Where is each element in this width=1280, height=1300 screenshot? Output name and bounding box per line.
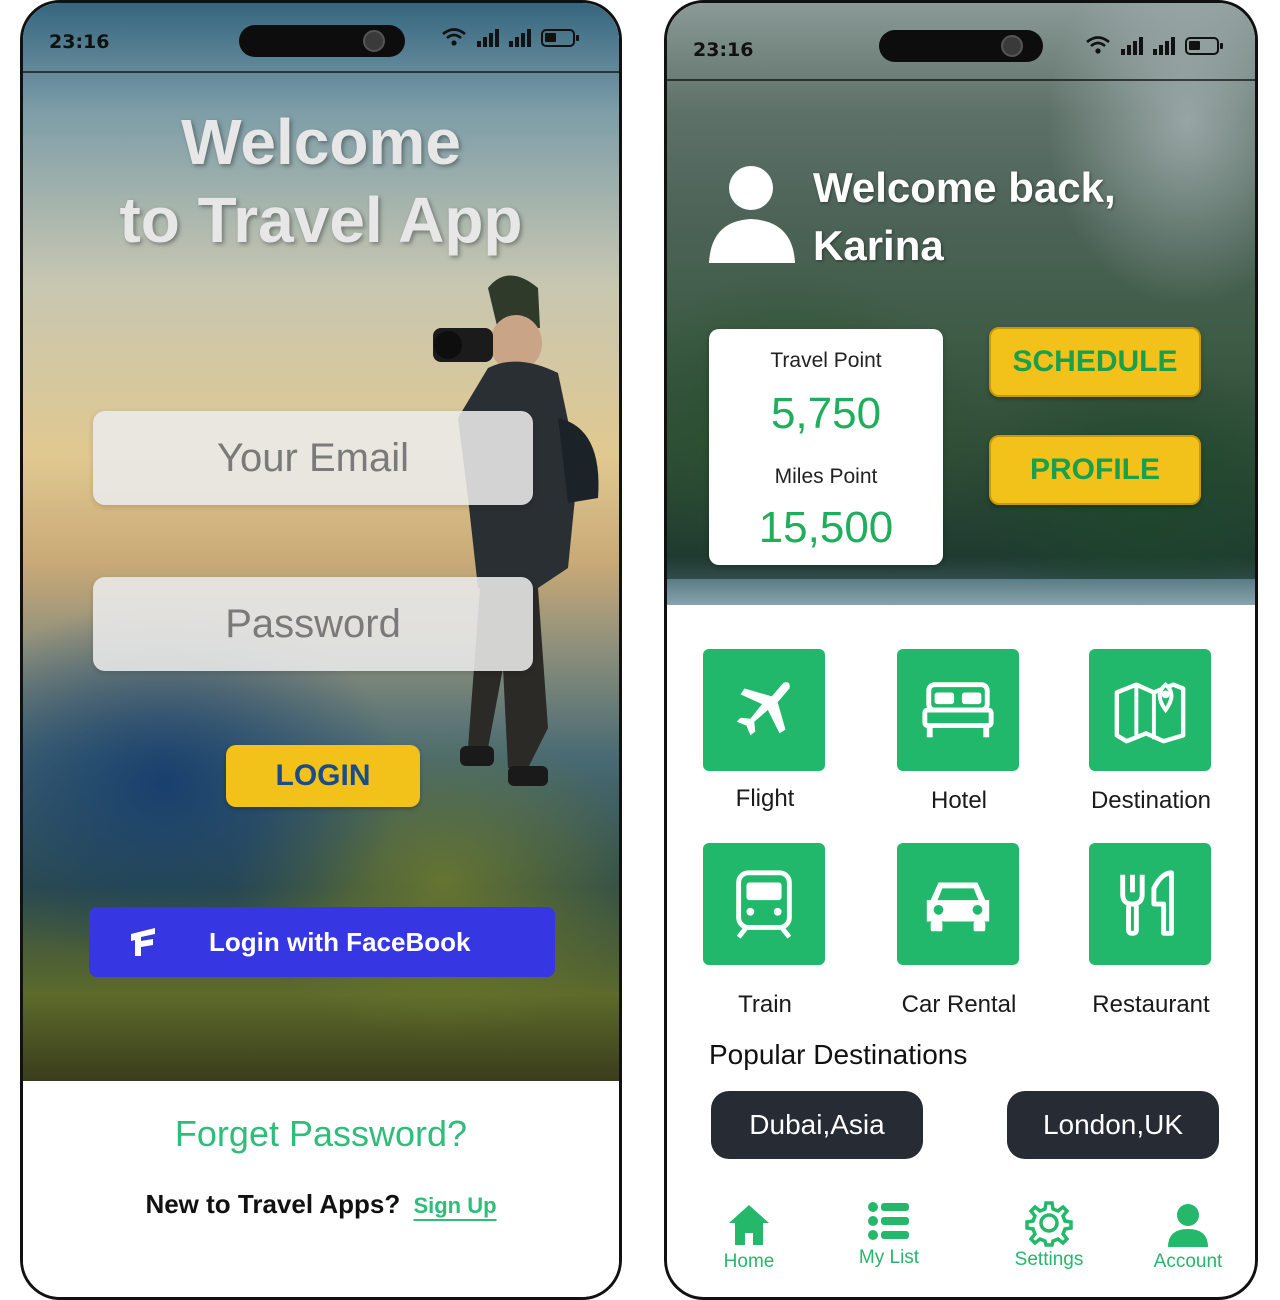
dynamic-island bbox=[239, 25, 405, 57]
user-avatar-icon bbox=[709, 166, 795, 263]
wifi-icon bbox=[442, 28, 466, 46]
nav-label: My List bbox=[858, 1247, 920, 1268]
login-screen: 23:16 Welcome to Travel App Your Email P… bbox=[20, 0, 622, 1300]
signal-icon-2 bbox=[509, 29, 531, 47]
signup-link[interactable]: Sign Up bbox=[413, 1193, 496, 1218]
service-label: Train bbox=[738, 991, 792, 1018]
welcome-title: Welcome to Travel App bbox=[23, 103, 619, 259]
facebook-login-button[interactable]: Login with FaceBook bbox=[89, 907, 555, 977]
miles-point-value: 15,500 bbox=[758, 503, 894, 552]
facebook-icon bbox=[131, 928, 155, 956]
service-label: Restaurant bbox=[1092, 991, 1210, 1018]
title-line-1: Welcome bbox=[181, 106, 461, 178]
nav-label: Settings bbox=[1014, 1249, 1084, 1270]
service-destination[interactable]: Destination bbox=[1089, 649, 1213, 814]
destination-pill-dubai[interactable]: Dubai,Asia bbox=[711, 1091, 923, 1159]
points-card: Travel Point 5,750 Miles Point 15,500 bbox=[709, 329, 943, 565]
gear-icon bbox=[1025, 1201, 1073, 1247]
password-placeholder: Password bbox=[225, 601, 401, 646]
travel-point-value: 5,750 bbox=[770, 389, 882, 438]
nav-label: Home bbox=[723, 1251, 775, 1272]
signal-icon bbox=[1121, 37, 1143, 55]
login-button[interactable]: LOGIN bbox=[226, 745, 420, 807]
forget-password-link[interactable]: Forget Password? bbox=[23, 1113, 619, 1155]
profile-button[interactable]: PROFILE bbox=[989, 435, 1201, 505]
destination-pill-london[interactable]: London,UK bbox=[1007, 1091, 1219, 1159]
status-bar: 23:16 bbox=[667, 3, 1255, 81]
popular-destinations-title: Popular Destinations bbox=[709, 1039, 968, 1070]
map-icon bbox=[1114, 682, 1186, 744]
nav-settings[interactable]: Settings bbox=[994, 1199, 1104, 1271]
wifi-icon bbox=[1086, 36, 1110, 54]
nav-my-list[interactable]: My List bbox=[834, 1197, 944, 1269]
fork-knife-icon bbox=[1120, 870, 1174, 936]
nav-account[interactable]: Account bbox=[1133, 1201, 1243, 1273]
status-time: 23:16 bbox=[693, 39, 754, 61]
service-label: Hotel bbox=[930, 787, 988, 814]
miles-point-label: Miles Point bbox=[774, 465, 878, 488]
welcome-line-1: Welcome back, bbox=[813, 164, 1116, 211]
battery-icon bbox=[541, 29, 579, 47]
car-icon bbox=[926, 882, 990, 932]
login-footer: Forget Password? New to Travel Apps? Sig… bbox=[23, 1081, 619, 1297]
home-screen: 23:16 Welcome back, Karina Travel Point … bbox=[664, 0, 1258, 1300]
user-name: Karina bbox=[813, 222, 944, 269]
facebook-login-label: Login with FaceBook bbox=[209, 926, 471, 957]
nav-label: Account bbox=[1153, 1251, 1223, 1272]
status-bar: 23:16 bbox=[23, 3, 619, 73]
service-flight[interactable]: Flight bbox=[703, 649, 827, 812]
service-hotel[interactable]: Hotel bbox=[897, 649, 1021, 814]
nav-home[interactable]: Home bbox=[694, 1201, 804, 1273]
list-icon bbox=[868, 1202, 909, 1240]
airplane-icon bbox=[736, 682, 790, 736]
service-label: Car Rental bbox=[901, 991, 1017, 1018]
status-time: 23:16 bbox=[49, 31, 110, 53]
password-field[interactable]: Password bbox=[93, 577, 533, 671]
dynamic-island bbox=[879, 30, 1043, 62]
home-icon bbox=[729, 1205, 769, 1245]
bed-icon bbox=[922, 682, 994, 738]
travel-point-label: Travel Point bbox=[770, 349, 882, 372]
signal-icon-2 bbox=[1153, 37, 1175, 55]
service-car-rental[interactable]: Car Rental bbox=[897, 843, 1021, 1018]
email-placeholder: Your Email bbox=[217, 435, 409, 480]
signal-icon bbox=[477, 29, 499, 47]
service-train[interactable]: Train bbox=[703, 843, 827, 1018]
schedule-button[interactable]: SCHEDULE bbox=[989, 327, 1201, 397]
service-label: Destination bbox=[1090, 787, 1212, 814]
battery-icon bbox=[1185, 37, 1223, 55]
service-label: Flight bbox=[735, 785, 795, 812]
person-icon bbox=[1168, 1204, 1208, 1247]
signup-prompt: New to Travel Apps? Sign Up bbox=[23, 1189, 619, 1220]
title-line-2: to Travel App bbox=[119, 184, 523, 256]
train-icon bbox=[736, 870, 792, 939]
welcome-message: Welcome back, Karina bbox=[813, 159, 1116, 275]
service-restaurant[interactable]: Restaurant bbox=[1089, 843, 1213, 1018]
new-user-text: New to Travel Apps? bbox=[145, 1189, 401, 1219]
photographer-image bbox=[433, 275, 599, 786]
email-field[interactable]: Your Email bbox=[93, 411, 533, 505]
